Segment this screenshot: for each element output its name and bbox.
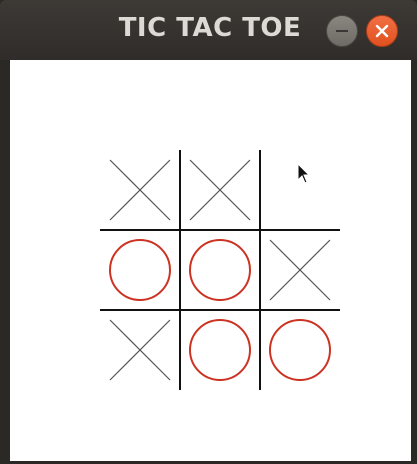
board-cell-2-1[interactable] (180, 310, 260, 390)
board-cell-0-0[interactable] (100, 150, 180, 230)
cell-hit-area[interactable] (260, 310, 340, 390)
board-cell-0-2[interactable] (260, 150, 340, 230)
board-cell-2-2[interactable] (260, 310, 340, 390)
board-cell-1-0[interactable] (100, 230, 180, 310)
minimize-button[interactable] (326, 15, 358, 47)
close-icon (375, 24, 389, 38)
title-bar[interactable]: TIC TAC TOE (0, 0, 417, 60)
game-board[interactable] (10, 60, 411, 461)
board-marks (100, 150, 340, 390)
game-canvas[interactable] (10, 60, 411, 461)
board-cell-1-1[interactable] (180, 230, 260, 310)
cell-hit-area[interactable] (260, 150, 340, 230)
board-cell-1-2[interactable] (260, 230, 340, 310)
close-button[interactable] (366, 15, 398, 47)
cell-hit-area[interactable] (100, 230, 180, 310)
window-title: TIC TAC TOE (118, 13, 302, 43)
board-cell-0-1[interactable] (180, 150, 260, 230)
board-cell-2-0[interactable] (100, 310, 180, 390)
cell-hit-area[interactable] (180, 230, 260, 310)
app-window: TIC TAC TOE (0, 0, 417, 464)
cell-hit-area[interactable] (180, 310, 260, 390)
pointer-cursor-icon (297, 163, 311, 184)
